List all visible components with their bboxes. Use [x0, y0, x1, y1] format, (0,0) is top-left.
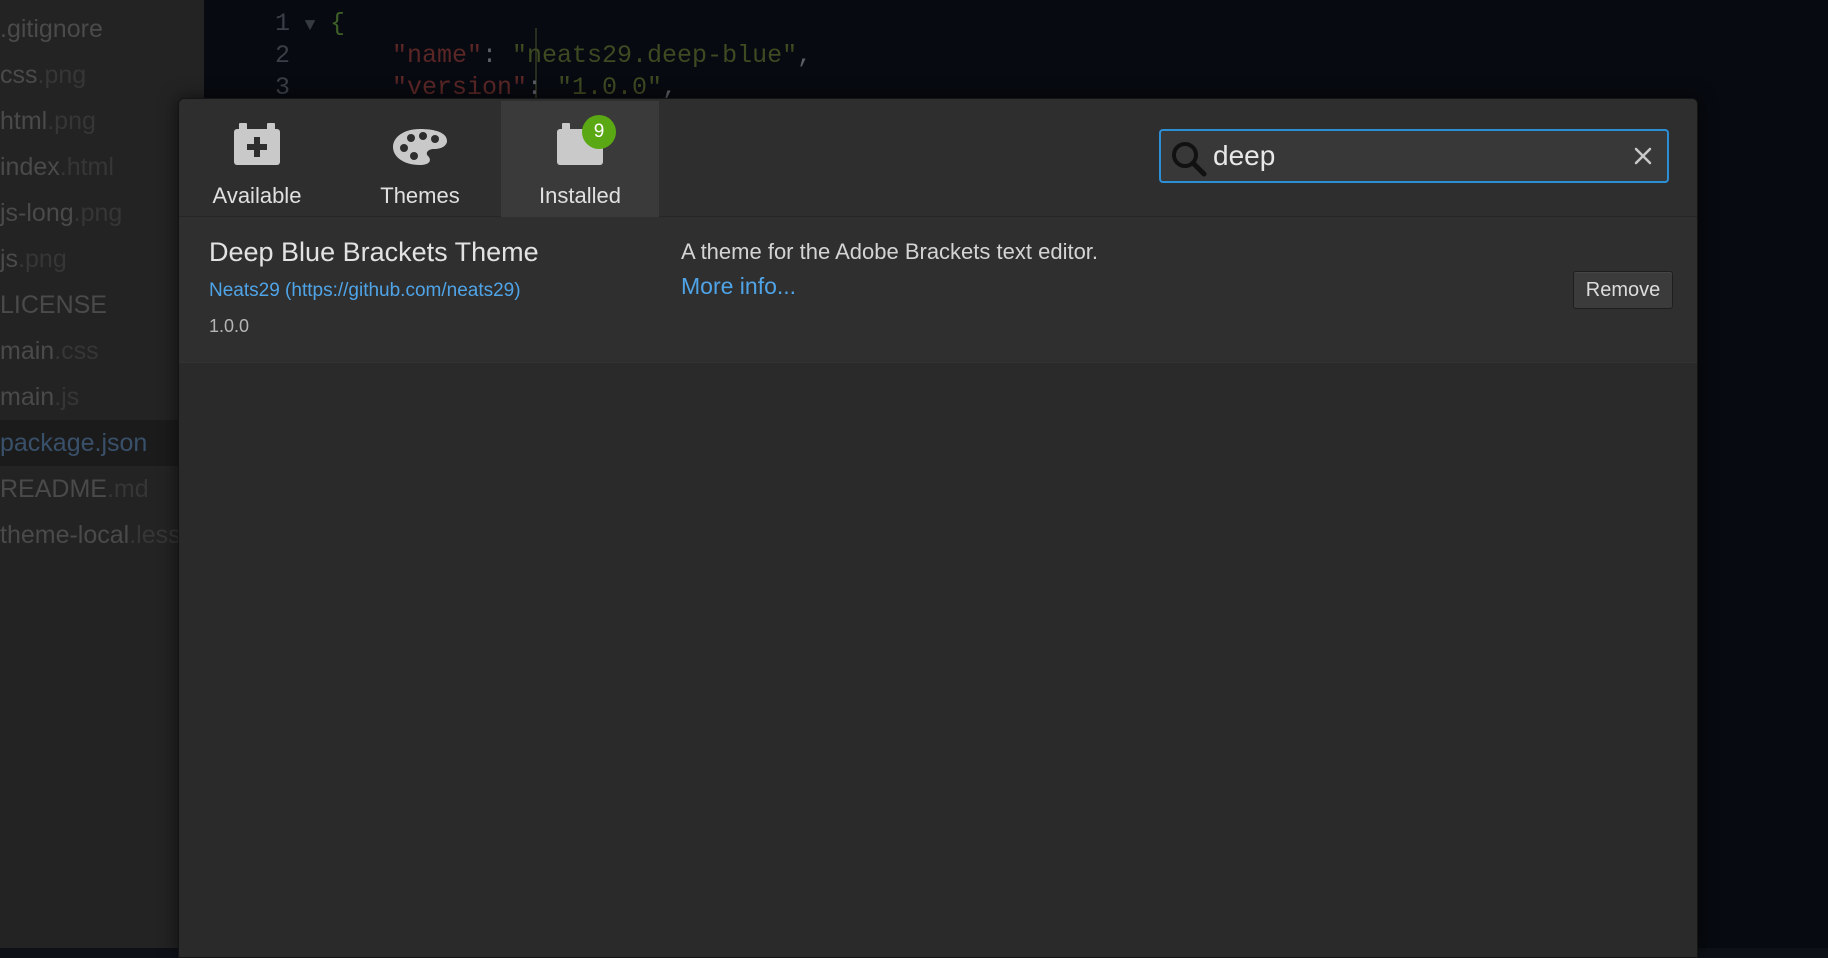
file-ext: .png	[73, 199, 123, 227]
tab-label: Installed	[539, 183, 621, 208]
file-name: LICENSE	[0, 291, 107, 319]
search-icon	[1171, 141, 1207, 182]
json-value: "neats29.deep-blue"	[512, 41, 798, 70]
search-box	[1159, 129, 1669, 183]
file-item[interactable]: js-long.png	[0, 190, 204, 236]
file-item[interactable]: main.js	[0, 374, 204, 420]
file-item[interactable]: README.md	[0, 466, 204, 512]
extension-manager-dialog: Available Themes 9 Installed deep Deep B…	[178, 98, 1698, 958]
tab-themes[interactable]: Themes	[359, 101, 481, 217]
file-ext: .png	[18, 245, 67, 273]
json-comma: ,	[797, 41, 813, 70]
file-ext: .png	[37, 61, 87, 89]
code-text: {	[330, 9, 346, 38]
tab-available[interactable]: Available	[199, 101, 315, 217]
file-name: main	[0, 337, 55, 365]
extension-title: Deep Blue Brackets Theme	[209, 237, 539, 267]
json-colon: :	[482, 41, 513, 70]
json-key: "name"	[392, 41, 483, 70]
file-item[interactable]: index.html	[0, 144, 204, 190]
file-item[interactable]: css.png	[0, 52, 204, 98]
file-item-selected[interactable]: package.json	[0, 420, 204, 466]
file-name: main	[0, 383, 55, 411]
project-sidebar: .gitignore css.png html.png index.html j…	[0, 0, 204, 948]
line-number: 2	[274, 41, 290, 70]
tab-label: Available	[212, 183, 302, 208]
code-line: 2 "name": "neats29.deep-blue",	[204, 40, 812, 72]
file-ext: .css	[54, 337, 99, 365]
extension-manager-toolbar: Available Themes 9 Installed deep	[179, 99, 1697, 217]
file-name: html	[0, 107, 48, 135]
plus-block-icon	[233, 121, 281, 173]
installed-count-badge: 9	[582, 115, 616, 149]
file-ext: .md	[106, 475, 149, 503]
file-name: js	[0, 245, 19, 273]
file-ext: .png	[47, 107, 96, 135]
file-name: package.json	[0, 429, 148, 457]
palette-icon	[392, 121, 448, 173]
file-name: theme-local	[0, 521, 130, 549]
block-icon: 9	[556, 115, 616, 173]
fold-arrow-icon[interactable]: ▼	[290, 10, 330, 42]
tab-label: Themes	[380, 183, 460, 208]
more-info-link[interactable]: More info...	[681, 273, 796, 300]
file-item[interactable]: js.png	[0, 236, 204, 282]
tab-installed[interactable]: 9 Installed	[501, 101, 659, 217]
file-ext: .html	[59, 153, 114, 181]
file-name: js-long	[0, 199, 74, 227]
search-input[interactable]	[1213, 137, 1613, 175]
file-name: css	[0, 61, 38, 89]
line-number: 1	[274, 9, 290, 38]
extension-description: A theme for the Adobe Brackets text edit…	[681, 239, 1099, 264]
extension-author-link[interactable]: Neats29 (https://github.com/neats29)	[209, 280, 521, 302]
file-name: index	[0, 153, 60, 181]
file-ext: .js	[54, 383, 80, 411]
file-ext: .less	[129, 521, 181, 549]
file-item[interactable]: .gitignore	[0, 6, 204, 52]
code-line: 1 ▼{	[204, 8, 345, 40]
file-item[interactable]: main.css	[0, 328, 204, 374]
extension-list-item: Deep Blue Brackets Theme Neats29 (https:…	[179, 217, 1697, 363]
file-item[interactable]: theme-local.less	[0, 512, 204, 558]
file-name: .gitignore	[0, 15, 103, 43]
file-item[interactable]: html.png	[0, 98, 204, 144]
remove-button[interactable]: Remove	[1573, 271, 1673, 309]
file-name: README	[0, 475, 107, 503]
close-icon[interactable]	[1633, 146, 1653, 171]
extension-version: 1.0.0	[209, 316, 250, 336]
file-item[interactable]: LICENSE	[0, 282, 204, 328]
